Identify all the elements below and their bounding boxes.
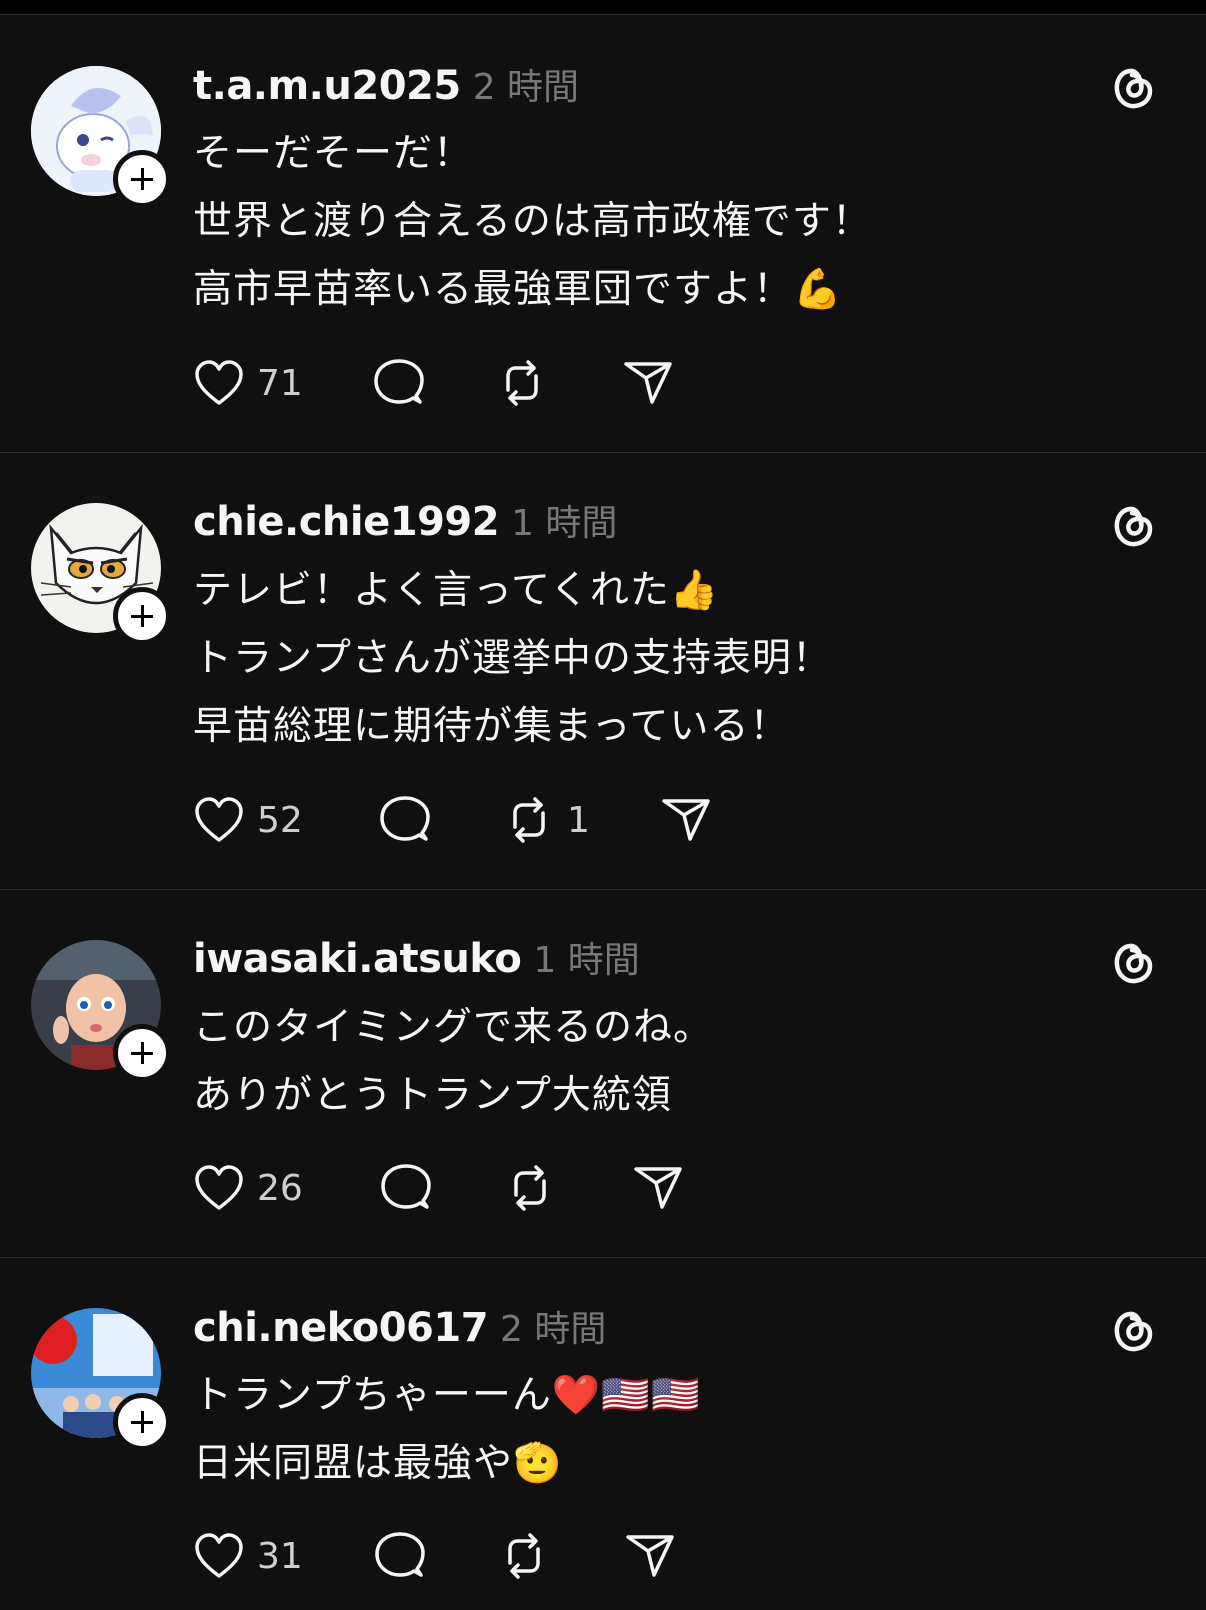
post-text-line: 早苗総理に期待が集まっている！ [193, 704, 790, 749]
post-header: chie.chie1992 1 時間 [193, 498, 617, 546]
post-header: chi.neko0617 2 時間 [193, 1304, 606, 1352]
like-button[interactable]: 52 [193, 795, 303, 845]
post-header: iwasaki.atsuko 1 時間 [193, 935, 640, 983]
post-text-line: そーだそーだ！ [193, 131, 474, 176]
post-text-line: このタイミングで来るのね。 [193, 1005, 714, 1050]
like-button[interactable]: 31 [193, 1531, 303, 1581]
repost-icon [514, 1165, 546, 1211]
post-time: 1 時間 [511, 503, 618, 544]
username[interactable]: chie.chie1992 [193, 499, 500, 545]
threads-icon[interactable] [1108, 62, 1158, 112]
post-text-line: トランプちゃーーん❤️🇺🇸🇺🇸 [193, 1373, 701, 1418]
status-bar-edge [0, 0, 1206, 15]
repost-button[interactable]: 1 [503, 795, 590, 845]
reply-button[interactable] [373, 1531, 425, 1581]
divider [0, 889, 1206, 890]
heart-icon [195, 1533, 243, 1578]
repost-button[interactable] [504, 1163, 568, 1213]
threads-icon[interactable] [1108, 937, 1158, 987]
threads-icon[interactable] [1108, 500, 1158, 550]
send-icon [662, 799, 710, 841]
like-count: 31 [257, 1535, 303, 1577]
heart-icon [195, 1165, 243, 1210]
post-header: t.a.m.u2025 2 時間 [193, 62, 579, 110]
post-time: 2 時間 [472, 67, 580, 108]
username[interactable]: t.a.m.u2025 [193, 63, 461, 109]
heart-icon [195, 360, 243, 405]
follow-button[interactable] [113, 150, 171, 208]
post-time: 1 時間 [533, 940, 640, 981]
threads-icon[interactable] [1108, 1305, 1158, 1355]
like-count: 26 [257, 1167, 303, 1209]
repost-count: 1 [567, 799, 590, 841]
share-button[interactable] [622, 358, 674, 408]
post-text-line: テレビ！よく言ってくれた👍 [193, 568, 720, 613]
repost-icon [513, 797, 545, 843]
send-icon [634, 1167, 682, 1209]
post-time: 2 時間 [500, 1309, 607, 1350]
repost-button[interactable] [496, 358, 560, 408]
username[interactable]: iwasaki.atsuko [193, 936, 522, 982]
like-count: 71 [257, 362, 303, 404]
follow-button[interactable] [113, 1024, 171, 1082]
share-button[interactable] [660, 795, 712, 845]
send-icon [626, 1535, 674, 1577]
username[interactable]: chi.neko0617 [193, 1305, 489, 1351]
post-text-line: 日米同盟は最強や🫡 [193, 1441, 563, 1486]
comment-icon [375, 1532, 425, 1577]
post-text-line: 高市早苗率いる最強軍団ですよ！💪 [193, 267, 843, 312]
send-icon [624, 362, 672, 404]
follow-button[interactable] [113, 587, 171, 645]
post-text-line: トランプさんが選挙中の支持表明！ [193, 636, 832, 681]
repost-icon [508, 1533, 540, 1579]
like-button[interactable]: 26 [193, 1163, 303, 1213]
reply-button[interactable] [378, 795, 430, 845]
post-text-line: 世界と渡り合えるのは高市政権です！ [193, 199, 872, 244]
comment-icon [380, 796, 430, 841]
post-text-line: ありがとうトランプ大統領 [193, 1073, 672, 1118]
share-button[interactable] [632, 1163, 684, 1213]
divider [0, 1257, 1206, 1258]
comment-icon [381, 1164, 431, 1209]
reply-button[interactable] [372, 358, 424, 408]
share-button[interactable] [624, 1531, 676, 1581]
reply-button[interactable] [379, 1163, 431, 1213]
like-button[interactable]: 71 [193, 358, 303, 408]
repost-icon [506, 360, 538, 406]
divider [0, 452, 1206, 453]
follow-button[interactable] [113, 1393, 171, 1451]
heart-icon [195, 797, 243, 842]
repost-button[interactable] [498, 1531, 562, 1581]
comment-icon [374, 359, 424, 404]
like-count: 52 [257, 799, 303, 841]
